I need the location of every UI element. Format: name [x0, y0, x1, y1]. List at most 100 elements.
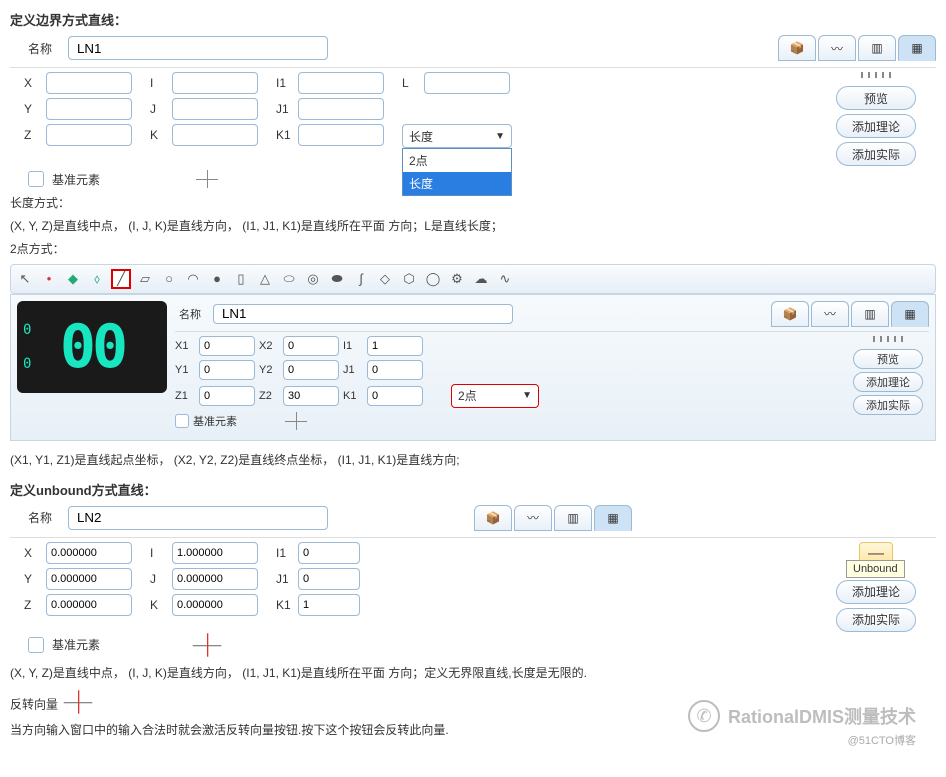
label3-x: X	[24, 546, 42, 560]
tool-ring-icon[interactable]: ◎	[303, 269, 323, 289]
input-z1[interactable]	[199, 386, 255, 406]
label-x1: X1	[175, 340, 195, 352]
tab-cube-icon[interactable]: 📦	[778, 35, 816, 61]
tool-cone-icon[interactable]: △	[255, 269, 275, 289]
tool-circle-icon[interactable]: ○	[159, 269, 179, 289]
add-theory-button-2[interactable]: 添加理论	[853, 372, 923, 392]
tool-point-icon[interactable]: •	[39, 269, 59, 289]
watermark-text: RationalDMIS测量技术	[728, 703, 916, 729]
input-y1[interactable]	[199, 360, 255, 380]
input-i[interactable]	[172, 72, 258, 94]
tool-curve-icon[interactable]: ∫	[351, 269, 371, 289]
counter-side-bot: 0	[23, 356, 31, 372]
tab-bar-3: 📦 〰 ▥ ▦	[474, 505, 632, 531]
input3-j1[interactable]	[298, 568, 360, 590]
tool-hex-icon[interactable]: ⬡	[399, 269, 419, 289]
dropdown2-current: 2点	[458, 387, 477, 404]
input-k1b[interactable]	[367, 386, 423, 406]
input-l[interactable]	[424, 72, 510, 94]
tool-cylinder-icon[interactable]: ▯	[231, 269, 251, 289]
input3-k[interactable]	[172, 594, 258, 616]
axis-icon-2[interactable]	[285, 412, 307, 430]
datum-label-3: 基准元素	[52, 636, 100, 653]
input-y2[interactable]	[283, 360, 339, 380]
add-actual-button[interactable]: 添加实际	[836, 142, 916, 166]
input3-z[interactable]	[46, 594, 132, 616]
add-theory-button-3[interactable]: 添加理论	[836, 580, 916, 604]
name-input-3[interactable]	[68, 506, 328, 530]
name-input-2[interactable]	[213, 304, 513, 324]
input3-i1[interactable]	[298, 542, 360, 564]
tool-arc-icon[interactable]: ◠	[183, 269, 203, 289]
add-theory-button[interactable]: 添加理论	[836, 114, 916, 138]
input-x2[interactable]	[283, 336, 339, 356]
dropdown-item-length[interactable]: 长度	[403, 172, 511, 195]
input-i1[interactable]	[298, 72, 384, 94]
tab3-cube-icon[interactable]: 📦	[474, 505, 512, 531]
input3-x[interactable]	[46, 542, 132, 564]
tab-form-icon[interactable]: ▦	[898, 35, 936, 61]
input-y[interactable]	[46, 98, 132, 120]
tab2-table-icon[interactable]: ▥	[851, 301, 889, 327]
preview-button-2[interactable]: 预览	[853, 349, 923, 369]
name-input[interactable]	[68, 36, 328, 60]
tool-edge-icon[interactable]: ◆	[63, 269, 83, 289]
length-mode-label: 长度方式：	[10, 194, 936, 213]
datum-checkbox[interactable]	[28, 171, 44, 187]
input-i1b[interactable]	[367, 336, 423, 356]
tab-table-icon[interactable]: ▥	[858, 35, 896, 61]
add-actual-button-3[interactable]: 添加实际	[836, 608, 916, 632]
tool-sphere-icon[interactable]: ●	[207, 269, 227, 289]
label3-i: I	[150, 546, 168, 560]
input3-k1[interactable]	[298, 594, 360, 616]
input-z[interactable]	[46, 124, 132, 146]
input3-j[interactable]	[172, 568, 258, 590]
input-k[interactable]	[172, 124, 258, 146]
add-actual-button-2[interactable]: 添加实际	[853, 395, 923, 415]
chevron-down-icon: ▼	[495, 131, 505, 142]
input3-i[interactable]	[172, 542, 258, 564]
tool-special-icon[interactable]: ☁	[471, 269, 491, 289]
tool-plane-icon[interactable]: ▱	[135, 269, 155, 289]
input-j[interactable]	[172, 98, 258, 120]
input-j1[interactable]	[298, 98, 384, 120]
tool-torus-icon[interactable]: ◯	[423, 269, 443, 289]
tool-gear-icon[interactable]: ⚙	[447, 269, 467, 289]
axis-icon[interactable]	[196, 170, 218, 188]
datum-checkbox-3[interactable]	[28, 637, 44, 653]
drag-handle-icon-2[interactable]	[873, 336, 903, 342]
tab3-table-icon[interactable]: ▥	[554, 505, 592, 531]
tab3-wave-icon[interactable]: 〰	[514, 505, 552, 531]
input-x1[interactable]	[199, 336, 255, 356]
tab-wave-icon[interactable]: 〰	[818, 35, 856, 61]
input-k1[interactable]	[298, 124, 384, 146]
tool-arrow-icon[interactable]: ↖	[15, 269, 35, 289]
label3-j1: J1	[276, 572, 294, 586]
tool-line-icon[interactable]: ╱	[111, 269, 131, 289]
axis-icon-3[interactable]	[193, 633, 222, 656]
mode-dropdown[interactable]: 长度▼ 2点 长度	[402, 124, 512, 148]
input-j1b[interactable]	[367, 360, 423, 380]
tool-corner-icon[interactable]: ⬨	[87, 269, 107, 289]
input-z2[interactable]	[283, 386, 339, 406]
length-mode-desc: (X, Y, Z)是直线中点， (I, J, K)是直线方向， (I1, J1,…	[10, 217, 936, 236]
label-y: Y	[24, 102, 42, 116]
tab3-form-icon[interactable]: ▦	[594, 505, 632, 531]
tab2-form-icon[interactable]: ▦	[891, 301, 929, 327]
mode-dropdown-2[interactable]: 2点▼	[451, 384, 539, 408]
shape-toolbar: ↖ • ◆ ⬨ ╱ ▱ ○ ◠ ● ▯ △ ⬭ ◎ ⬬ ∫ ◇ ⬡ ◯ ⚙ ☁ …	[10, 264, 936, 294]
datum-checkbox-2[interactable]	[175, 414, 189, 428]
drag-handle-icon[interactable]	[861, 72, 891, 78]
input-x[interactable]	[46, 72, 132, 94]
preview-button[interactable]: 预览	[836, 86, 916, 110]
tool-ellipse-icon[interactable]: ⬭	[279, 269, 299, 289]
2point-desc: (X1, Y1, Z1)是直线起点坐标， (X2, Y2, Z2)是直线终点坐标…	[10, 451, 936, 470]
dropdown-item-2point[interactable]: 2点	[403, 149, 511, 172]
tool-slot-icon[interactable]: ⬬	[327, 269, 347, 289]
reverse-vector-icon[interactable]	[64, 690, 93, 713]
tool-link-icon[interactable]: ∿	[495, 269, 515, 289]
tab2-cube-icon[interactable]: 📦	[771, 301, 809, 327]
tool-surface-icon[interactable]: ◇	[375, 269, 395, 289]
tab2-wave-icon[interactable]: 〰	[811, 301, 849, 327]
input3-y[interactable]	[46, 568, 132, 590]
